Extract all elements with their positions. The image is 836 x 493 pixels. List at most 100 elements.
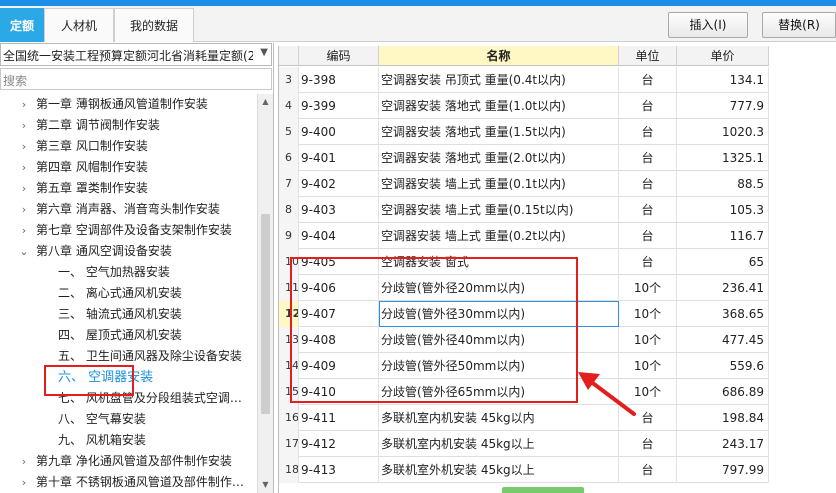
code-cell[interactable]: 9-407 (299, 301, 379, 327)
table-row[interactable]: 9 9-404 空调器安装 墙上式 重量(0.2t以内) 台 116.7 (279, 223, 769, 249)
row-number[interactable]: 18 (279, 457, 299, 483)
col-header-unit[interactable]: 单位 (619, 46, 677, 66)
row-number[interactable]: 8 (279, 197, 299, 223)
price-cell[interactable]: 777.9 (677, 93, 769, 119)
code-cell[interactable]: 9-413 (299, 457, 379, 483)
table-row[interactable]: 4 9-399 空调器安装 落地式 重量(1.0t以内) 台 777.9 (279, 93, 769, 119)
row-number[interactable]: 3 (279, 67, 299, 93)
chevron-right-icon[interactable]: › (18, 178, 30, 199)
row-number[interactable]: 16 (279, 405, 299, 431)
chevron-right-icon[interactable]: › (18, 115, 30, 136)
code-cell[interactable]: 9-404 (299, 223, 379, 249)
chevron-right-icon[interactable]: › (18, 157, 30, 178)
unit-cell[interactable]: 台 (619, 457, 677, 483)
row-number[interactable]: 14 (279, 353, 299, 379)
row-number[interactable]: 6 (279, 145, 299, 171)
price-cell[interactable]: 88.5 (677, 171, 769, 197)
name-cell[interactable]: 空调器安装 墙上式 重量(0.15t以内) (379, 197, 619, 223)
chevron-down-icon[interactable]: ⌄ (18, 241, 30, 262)
tree-node[interactable]: 二、 离心式通风机安装 (0, 283, 256, 304)
name-cell[interactable]: 多联机室内机安装 45kg以上 (379, 431, 619, 457)
table-row[interactable]: 15 9-410 分歧管(管外径65mm以内) 10个 686.89 (279, 379, 769, 405)
name-cell[interactable]: 空调器安装 落地式 重量(1.0t以内) (379, 93, 619, 119)
code-cell[interactable]: 9-401 (299, 145, 379, 171)
row-number[interactable]: 11 (279, 275, 299, 301)
name-cell[interactable]: 空调器安装 落地式 重量(1.5t以内) (379, 119, 619, 145)
chevron-right-icon[interactable]: › (18, 94, 30, 115)
tree-scrollbar[interactable]: ▲ ▼ (257, 94, 273, 493)
price-cell[interactable]: 243.17 (677, 431, 769, 457)
table-row[interactable]: 6 9-401 空调器安装 落地式 重量(2.0t以内) 台 1325.1 (279, 145, 769, 171)
tree-node[interactable]: › 第七章 空调部件及设备支架制作安装 (0, 220, 256, 241)
table-row[interactable]: 14 9-409 分歧管(管外径50mm以内) 10个 559.6 (279, 353, 769, 379)
row-number[interactable]: 9 (279, 223, 299, 249)
name-cell[interactable]: 空调器安装 落地式 重量(2.0t以内) (379, 145, 619, 171)
unit-cell[interactable]: 10个 (619, 301, 677, 327)
price-cell[interactable]: 65 (677, 249, 769, 275)
table-row[interactable]: 3 9-398 空调器安装 吊顶式 重量(0.4t以内) 台 134.1 (279, 67, 769, 93)
table-row[interactable]: 18 9-413 多联机室外机安装 45kg以上台 797.99 (279, 457, 769, 483)
row-number[interactable]: 13 (279, 327, 299, 353)
tree-node[interactable]: 一、 空气加热器安装 (0, 262, 256, 283)
row-number[interactable]: 10 (279, 249, 299, 275)
price-cell[interactable]: 686.89 (677, 379, 769, 405)
price-cell[interactable]: 1020.3 (677, 119, 769, 145)
code-cell[interactable]: 9-402 (299, 171, 379, 197)
unit-cell[interactable]: 台 (619, 145, 677, 171)
insert-button[interactable]: 插入(I) (668, 12, 748, 38)
unit-cell[interactable]: 台 (619, 67, 677, 93)
price-cell[interactable]: 368.65 (677, 301, 769, 327)
tree-node[interactable]: 九、 风机箱安装 (0, 430, 256, 451)
chevron-right-icon[interactable]: › (18, 136, 30, 157)
tab-my-data[interactable]: 我的数据 (114, 8, 194, 42)
name-cell[interactable]: 分歧管(管外径30mm以内) (379, 301, 619, 327)
code-cell[interactable]: 9-399 (299, 93, 379, 119)
tab-labor-material-machine[interactable]: 人材机 (44, 8, 114, 42)
row-number[interactable]: 17 (279, 431, 299, 457)
scroll-up-icon[interactable]: ▲ (258, 94, 273, 110)
tree-node[interactable]: › 第九章 净化通风管道及部件制作安装 (0, 451, 256, 472)
unit-cell[interactable]: 台 (619, 431, 677, 457)
replace-button[interactable]: 替换(R) (762, 12, 836, 38)
price-cell[interactable]: 134.1 (677, 67, 769, 93)
row-number[interactable]: 4 (279, 93, 299, 119)
tree-node[interactable]: ⌄ 第八章 通风空调设备安装 (0, 241, 256, 262)
tree-node[interactable]: › 第四章 风帽制作安装 (0, 157, 256, 178)
name-cell[interactable]: 空调器安装 窗式 (379, 249, 619, 275)
name-cell[interactable]: 多联机室外机安装 45kg以上 (379, 457, 619, 483)
price-cell[interactable]: 1325.1 (677, 145, 769, 171)
tree-node[interactable]: › 第六章 消声器、消音弯头制作安装 (0, 199, 256, 220)
table-row[interactable]: 13 9-408 分歧管(管外径40mm以内) 10个 477.45 (279, 327, 769, 353)
table-row[interactable]: 16 9-411 多联机室内机安装 45kg以内台 198.84 (279, 405, 769, 431)
code-cell[interactable]: 9-408 (299, 327, 379, 353)
search-input[interactable]: 搜索 (0, 68, 272, 90)
unit-cell[interactable]: 台 (619, 223, 677, 249)
name-cell[interactable]: 分歧管(管外径20mm以内) (379, 275, 619, 301)
tree-node[interactable]: 八、 空气幕安装 (0, 409, 256, 430)
code-cell[interactable]: 9-412 (299, 431, 379, 457)
tree-node[interactable]: › 第三章 风口制作安装 (0, 136, 256, 157)
table-row[interactable]: 10 9-405 空调器安装 窗式台 65 (279, 249, 769, 275)
name-cell[interactable]: 空调器安装 墙上式 重量(0.2t以内) (379, 223, 619, 249)
row-number[interactable]: 15 (279, 379, 299, 405)
chevron-down-icon[interactable]: ▼ (260, 47, 268, 58)
row-number[interactable]: 5 (279, 119, 299, 145)
chevron-right-icon[interactable]: › (18, 472, 30, 493)
unit-cell[interactable]: 台 (619, 249, 677, 275)
code-cell[interactable]: 9-403 (299, 197, 379, 223)
chevron-right-icon[interactable]: › (18, 199, 30, 220)
price-cell[interactable]: 116.7 (677, 223, 769, 249)
price-cell[interactable]: 105.3 (677, 197, 769, 223)
tree-node[interactable]: 三、 轴流式通风机安装 (0, 304, 256, 325)
table-row[interactable]: 17 9-412 多联机室内机安装 45kg以上台 243.17 (279, 431, 769, 457)
unit-cell[interactable]: 台 (619, 171, 677, 197)
table-row[interactable]: 5 9-400 空调器安装 落地式 重量(1.5t以内) 台 1020.3 (279, 119, 769, 145)
tree-node[interactable]: › 第十章 不锈钢板通风管道及部件制作… (0, 472, 256, 493)
name-cell[interactable]: 分歧管(管外径40mm以内) (379, 327, 619, 353)
price-cell[interactable]: 198.84 (677, 405, 769, 431)
name-cell[interactable]: 空调器安装 吊顶式 重量(0.4t以内) (379, 67, 619, 93)
col-header-price[interactable]: 单价 (677, 46, 769, 66)
row-number[interactable]: 7 (279, 171, 299, 197)
code-cell[interactable]: 9-411 (299, 405, 379, 431)
chevron-right-icon[interactable]: › (18, 220, 30, 241)
